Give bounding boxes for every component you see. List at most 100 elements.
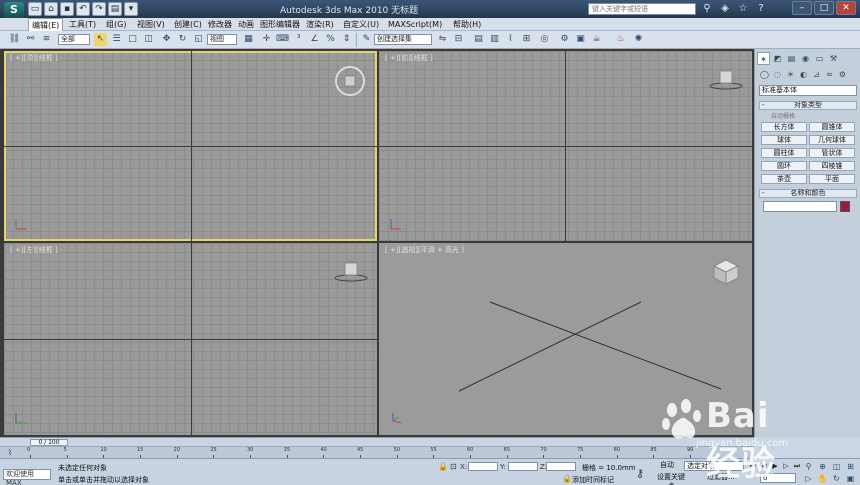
- pivot-center-icon[interactable]: ▦: [242, 33, 255, 46]
- mirror-icon[interactable]: ⇋: [436, 33, 449, 46]
- menu-graph-editors[interactable]: 图形编辑器: [257, 18, 303, 31]
- binoculars-icon[interactable]: ⚲: [700, 2, 714, 16]
- viewport-label-left[interactable]: [ +][左][线框 ]: [10, 245, 58, 255]
- auto-key-button[interactable]: 自动: [654, 461, 680, 471]
- absolute-mode-icon[interactable]: ⊡: [450, 462, 457, 471]
- snap-toggle-icon[interactable]: ³: [292, 33, 305, 46]
- time-tag-lock-icon[interactable]: 🔒: [562, 474, 572, 483]
- tab-display-icon[interactable]: ▭: [813, 52, 826, 65]
- search-input[interactable]: 键入关键字或短语: [588, 3, 696, 15]
- previous-frame-icon[interactable]: ◀: [759, 461, 769, 471]
- help-icon[interactable]: ?: [754, 2, 768, 16]
- lights-icon[interactable]: ☀: [785, 69, 796, 80]
- viewcube-icon[interactable]: [334, 65, 366, 97]
- rotate-icon[interactable]: ↻: [176, 33, 189, 46]
- bind-space-warp-icon[interactable]: ≋: [40, 33, 53, 46]
- torus-button[interactable]: 圆环: [761, 161, 807, 171]
- graphite-tools-icon[interactable]: ▥: [488, 33, 501, 46]
- set-key-button[interactable]: 设置关键点: [654, 473, 688, 485]
- key-filters-button[interactable]: 过滤器...: [707, 473, 737, 483]
- menu-customize[interactable]: 自定义(U): [340, 18, 382, 31]
- rollout-object-type[interactable]: - 对象类型: [759, 101, 857, 110]
- next-frame-icon[interactable]: ▷: [781, 461, 791, 471]
- autogrid-checkbox[interactable]: 自动栅格: [771, 111, 795, 120]
- spinner-snap-icon[interactable]: ⇕: [340, 33, 353, 46]
- rollout-name-color[interactable]: - 名称和颜色: [759, 189, 857, 198]
- time-slider-thumb[interactable]: 0 / 100: [30, 439, 68, 446]
- select-object-icon[interactable]: ↖: [94, 33, 107, 46]
- go-to-end-icon[interactable]: ⏭: [792, 461, 802, 471]
- align-icon[interactable]: ⊟: [452, 33, 465, 46]
- track-bar[interactable]: ⌇ 0 5 10 15 20 25 30 35 40 45 50 55 60 65 70 75 80 85 90: [0, 446, 754, 458]
- menu-edit[interactable]: 编辑(E): [28, 18, 64, 31]
- link-icon[interactable]: ⛓: [8, 33, 21, 46]
- viewport-label-top[interactable]: [ +][顶][线框 ]: [10, 53, 58, 63]
- menu-create[interactable]: 创建(C): [171, 18, 205, 31]
- menu-animation[interactable]: 动画: [235, 18, 257, 31]
- play-icon[interactable]: ▶: [770, 461, 780, 471]
- menu-views[interactable]: 视图(V): [134, 18, 168, 31]
- sphere-button[interactable]: 球体: [761, 135, 807, 145]
- menu-maxscript[interactable]: MAXScript(M): [385, 18, 445, 31]
- scale-icon[interactable]: ◱: [192, 33, 205, 46]
- field-of-view-icon[interactable]: ▷: [802, 473, 815, 484]
- viewport-top[interactable]: [ +][顶][线框 ]: [4, 51, 377, 241]
- tab-modify-icon[interactable]: ◩: [771, 52, 784, 65]
- menu-modifiers[interactable]: 修改器: [205, 18, 235, 31]
- coord-y-input[interactable]: [508, 462, 538, 471]
- named-selection-dropdown[interactable]: 创建选择集: [374, 34, 432, 45]
- cone-button[interactable]: 圆锥体: [809, 122, 855, 132]
- zoom-icon[interactable]: ⚲: [802, 461, 815, 472]
- select-by-name-icon[interactable]: ☰: [110, 33, 123, 46]
- viewport-label-front[interactable]: [ +][前][线框 ]: [385, 53, 433, 63]
- viewcube-icon[interactable]: [709, 69, 743, 91]
- pyramid-button[interactable]: 四棱锥: [809, 161, 855, 171]
- box-button[interactable]: 长方体: [761, 122, 807, 132]
- rendered-frame-icon[interactable]: ▣: [574, 33, 587, 46]
- rect-selection-icon[interactable]: □: [126, 33, 139, 46]
- edit-named-selection-icon[interactable]: ✎: [360, 33, 373, 46]
- move-icon[interactable]: ✥: [160, 33, 173, 46]
- teapot-button[interactable]: 茶壶: [761, 174, 807, 184]
- window-crossing-icon[interactable]: ◫: [142, 33, 155, 46]
- coord-x-input[interactable]: [468, 462, 498, 471]
- key-icon[interactable]: ⚷: [636, 467, 644, 480]
- render-production-icon[interactable]: ☕: [590, 33, 603, 46]
- tab-create-icon[interactable]: ✶: [757, 52, 770, 65]
- category-dropdown[interactable]: 标准基本体: [759, 85, 857, 96]
- close-button[interactable]: ✕: [836, 1, 856, 15]
- percent-snap-icon[interactable]: %: [324, 33, 337, 46]
- maximize-button[interactable]: □: [814, 1, 834, 15]
- cylinder-button[interactable]: 圆柱体: [761, 148, 807, 158]
- undo-icon[interactable]: ↶: [76, 2, 90, 16]
- menu-tools[interactable]: 工具(T): [66, 18, 99, 31]
- shapes-icon[interactable]: ◌: [772, 69, 783, 80]
- tab-hierarchy-icon[interactable]: ▤: [785, 52, 798, 65]
- menu-help[interactable]: 帮助(H): [450, 18, 484, 31]
- viewport-left[interactable]: [ +][左][线框 ]: [4, 243, 377, 435]
- curve-editor-icon[interactable]: ⌇: [504, 33, 517, 46]
- plane-button[interactable]: 平面: [809, 174, 855, 184]
- object-name-input[interactable]: [763, 201, 837, 212]
- viewport-perspective[interactable]: [ +][透视][平滑 + 高光 ]: [379, 243, 752, 435]
- geometry-icon[interactable]: ◯: [759, 69, 770, 80]
- selection-filter-dropdown[interactable]: 全部: [58, 34, 90, 45]
- zoom-all-icon[interactable]: ⊕: [816, 461, 829, 472]
- zoom-extents-icon[interactable]: ◫: [830, 461, 843, 472]
- viewcube-icon[interactable]: [709, 257, 743, 287]
- systems-icon[interactable]: ⚙: [837, 69, 848, 80]
- tab-motion-icon[interactable]: ◉: [799, 52, 812, 65]
- orbit-icon[interactable]: ↻: [830, 473, 843, 484]
- time-slider[interactable]: 0 / 100: [0, 437, 754, 446]
- add-time-tag-button[interactable]: 添加时间标记: [572, 475, 614, 485]
- selection-lock-icon[interactable]: 🔒: [438, 462, 448, 471]
- save-icon[interactable]: ▪: [60, 2, 74, 16]
- viewport-front[interactable]: [ +][前][线框 ]: [379, 51, 752, 241]
- zoom-extents-all-icon[interactable]: ⊞: [844, 461, 857, 472]
- project-folder-icon[interactable]: ▤: [108, 2, 122, 16]
- space-warps-icon[interactable]: ≈: [824, 69, 835, 80]
- communication-center-icon[interactable]: ◈: [718, 2, 732, 16]
- menu-rendering[interactable]: 渲染(R): [303, 18, 337, 31]
- object-color-swatch[interactable]: [840, 201, 850, 212]
- material-editor-icon[interactable]: ◎: [538, 33, 551, 46]
